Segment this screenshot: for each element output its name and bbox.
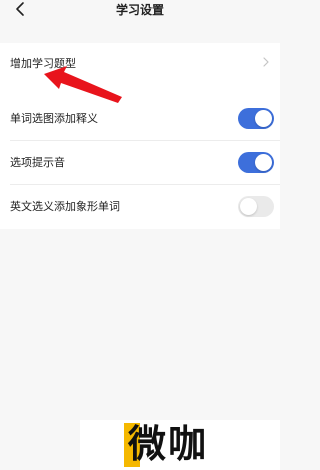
add-question-type-label: 增加学习题型 (10, 57, 76, 70)
option-sound-row: 选项提示音 (0, 141, 280, 185)
chevron-right-icon (263, 57, 269, 67)
page-title: 学习设置 (115, 3, 164, 17)
watermark-logo: 微咖 (80, 420, 280, 470)
settings-list: 增加学习题型 单词选图添加释义 选项提示音 英文选义添加象形单词 (0, 43, 280, 229)
toggle-knob (240, 198, 257, 215)
option-sound-label: 选项提示音 (10, 156, 65, 169)
english-pictograph-label: 英文选义添加象形单词 (10, 200, 120, 213)
header-bar: 学习设置 (0, 0, 280, 20)
english-pictograph-toggle[interactable] (238, 196, 274, 217)
word-image-definition-label: 单词选图添加释义 (10, 112, 98, 125)
add-question-type-row[interactable]: 增加学习题型 (0, 43, 280, 81)
option-sound-toggle[interactable] (238, 152, 274, 173)
watermark-text: 微咖 (128, 422, 209, 466)
word-image-definition-row: 单词选图添加释义 (0, 97, 280, 141)
word-image-definition-toggle[interactable] (238, 108, 274, 129)
toggle-knob (255, 110, 272, 127)
english-pictograph-row: 英文选义添加象形单词 (0, 185, 280, 229)
toggle-knob (255, 154, 272, 171)
